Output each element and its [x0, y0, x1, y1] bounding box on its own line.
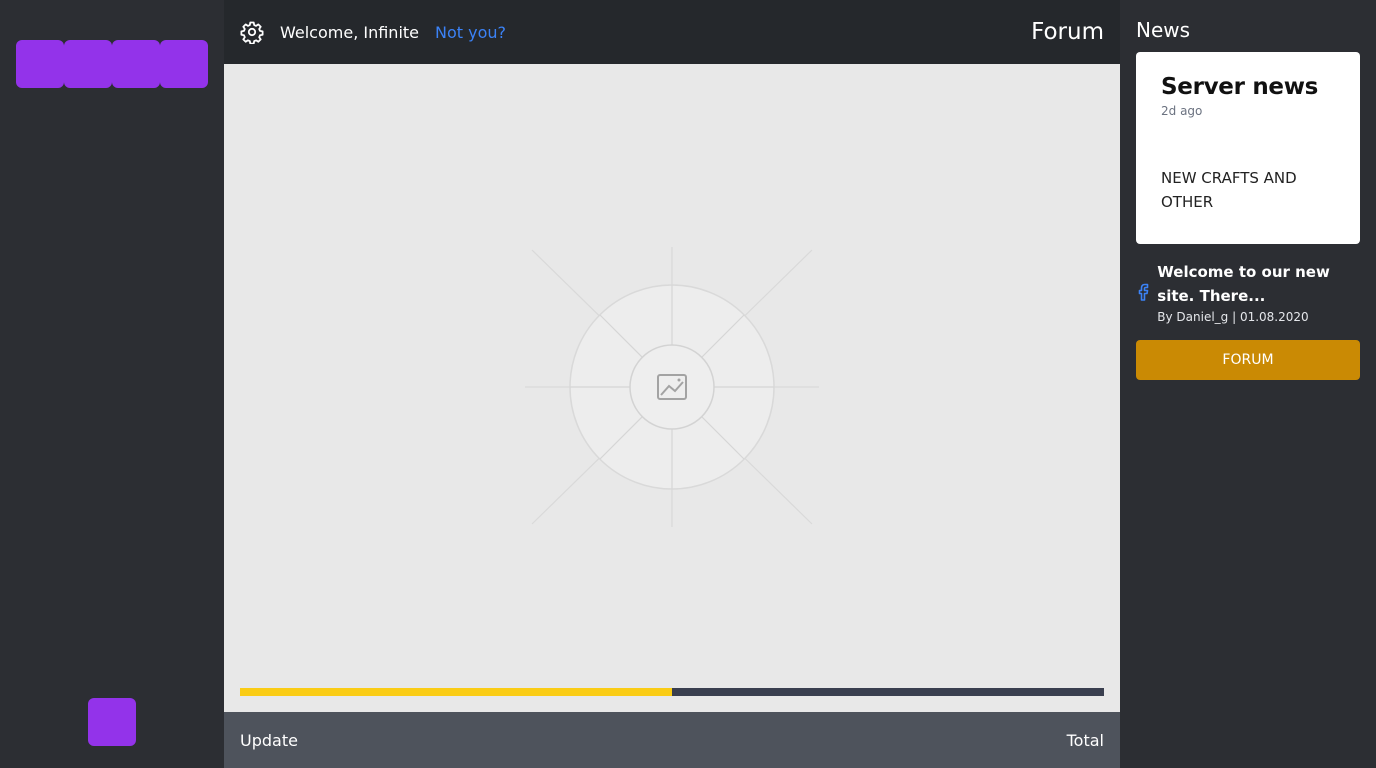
media-placeholder — [224, 64, 1120, 688]
app-tile-2[interactable] — [64, 40, 112, 88]
bottom-tile-button[interactable] — [88, 698, 136, 746]
update-label: Update — [240, 730, 298, 750]
welcome-text: Welcome, Infinite — [280, 22, 419, 42]
footer-bar: Update Total — [224, 712, 1120, 768]
news-panel: News Server news 2d ago NEW CRAFTS AND O… — [1120, 0, 1376, 768]
news-card-age: 2d ago — [1161, 104, 1203, 118]
news-card-title: Server news — [1161, 74, 1319, 100]
left-sidebar — [0, 0, 224, 768]
facebook-icon — [1136, 280, 1149, 304]
news-heading: News — [1136, 18, 1191, 42]
total-label: Total — [1066, 730, 1104, 750]
gear-icon[interactable] — [240, 20, 264, 44]
news-card-body: NEW CRAFTS AND OTHER — [1161, 169, 1297, 211]
app-tiles — [16, 40, 208, 88]
page-title: Forum — [1031, 19, 1104, 45]
forum-button[interactable]: FORUM — [1136, 340, 1360, 380]
progress-fill — [240, 688, 672, 696]
progress-bar — [240, 688, 1104, 696]
post-meta: By Daniel_g | 01.08.2020 — [1157, 310, 1309, 324]
news-post[interactable]: Welcome to our new site. There... By Dan… — [1136, 260, 1368, 324]
main-content: Welcome, Infinite Not you? Forum Update … — [224, 0, 1120, 768]
news-card[interactable]: Server news 2d ago NEW CRAFTS AND OTHER — [1136, 52, 1360, 244]
app-tile-4[interactable] — [160, 40, 208, 88]
app-tile-3[interactable] — [112, 40, 160, 88]
top-bar: Welcome, Infinite Not you? Forum — [224, 0, 1120, 64]
not-you-link[interactable]: Not you? — [435, 23, 506, 42]
app-tile-1[interactable] — [16, 40, 64, 88]
image-placeholder-graphic — [525, 247, 819, 527]
post-title[interactable]: Welcome to our new site. There... — [1157, 260, 1368, 308]
